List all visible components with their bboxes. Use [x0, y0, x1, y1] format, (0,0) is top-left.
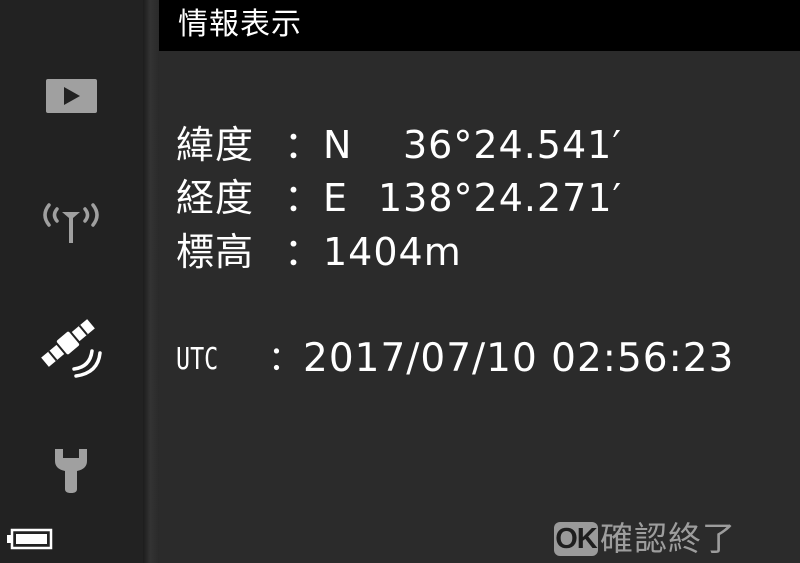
- latitude-label: 緯度: [176, 123, 255, 167]
- latitude-value: 36°24.541′: [403, 123, 622, 167]
- latitude-hemisphere: N: [323, 123, 353, 167]
- longitude-value: 138°24.271′: [378, 176, 623, 220]
- wrench-icon[interactable]: [51, 447, 91, 493]
- title-bar: 情報表示: [159, 0, 800, 51]
- page-title: 情報表示: [178, 7, 302, 42]
- wifi-antenna-icon[interactable]: [40, 197, 102, 245]
- longitude-label: 経度: [176, 176, 255, 220]
- battery-icon: [7, 528, 53, 550]
- altitude-value: 1404m: [323, 230, 462, 274]
- satellite-icon[interactable]: [36, 313, 106, 379]
- ok-confirm-label: 確認終了: [600, 519, 736, 558]
- ok-button-icon[interactable]: OK: [554, 522, 598, 556]
- utc-value: 2017/07/10 02:56:23: [303, 336, 735, 381]
- altitude-label: 標高: [176, 230, 255, 274]
- main-panel: 情報表示 緯度 ： N 36°24.541′ 経度 ： E 138°24.271…: [159, 0, 800, 563]
- sidebar: [0, 0, 143, 563]
- sidebar-divider: [143, 0, 159, 563]
- latitude-separator: ：: [284, 123, 323, 167]
- play-icon[interactable]: [46, 79, 97, 113]
- altitude-separator: ：: [284, 230, 323, 274]
- utc-separator: ：: [268, 339, 302, 379]
- utc-label: UTC: [176, 342, 219, 377]
- longitude-separator: ：: [284, 176, 323, 220]
- longitude-hemisphere: E: [323, 176, 349, 220]
